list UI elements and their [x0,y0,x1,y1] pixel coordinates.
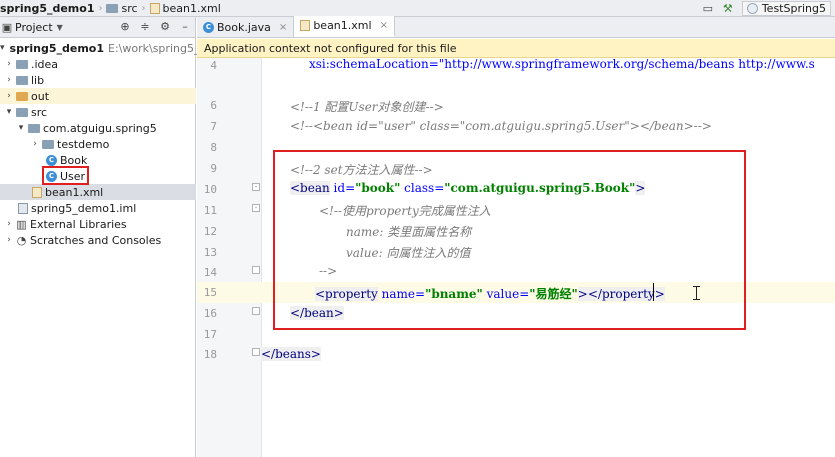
folder-icon [16,75,28,85]
tree-item-user[interactable]: C User [0,168,196,184]
tree-item-external-libraries[interactable]: › ▥ External Libraries [0,216,196,232]
folder-icon [16,107,28,117]
chevron-down-icon[interactable]: ▾ [16,123,26,133]
line-number: 4 [210,59,217,72]
line-number: 8 [210,141,217,154]
line-number: 7 [210,120,217,133]
tree-item-bean1-xml[interactable]: bean1.xml [0,184,196,200]
code-line-4: xsi:schemaLocation="http://www.springfra… [309,57,815,71]
line-number: 11 [203,204,217,217]
package-icon [28,123,40,133]
tree-item-label: src [31,105,48,119]
breadcrumb-file[interactable]: bean1.xml [163,2,221,15]
chevron-down-icon[interactable]: ▾ [4,107,14,117]
folder-icon [16,91,28,101]
fold-marker-icon[interactable] [252,348,260,356]
run-configuration-select[interactable]: TestSpring5 [741,1,831,16]
line-number: 15 [203,286,217,299]
line-number: 17 [203,328,217,341]
line-number: 12 [203,225,217,238]
project-panel: ▣ Project ▼ ⊕ ≑ ⚙ – ▾ spring5_demo1 E:\w… [0,17,238,457]
line-number: 10 [203,183,217,196]
highlight-box [273,150,746,330]
tree-item-label: out [31,89,50,103]
xml-file-icon [32,186,42,198]
tree-item-label: testdemo [57,137,110,151]
fold-marker-icon[interactable] [252,266,260,274]
tree-item-label: Book [60,153,88,167]
code-token: </beans> [261,347,321,361]
navigation-bar: spring5_demo1 › src › bean1.xml ▭ ⚒ Test… [0,0,835,17]
libraries-icon: ▥ [16,217,27,231]
code-line-18: </beans> [261,347,321,361]
fold-marker-icon[interactable]: - [252,183,260,191]
xml-file-icon [149,2,160,14]
tree-item-out[interactable]: › out [0,88,196,104]
chevron-right-icon[interactable]: › [4,75,14,85]
chevron-right-icon[interactable]: › [4,235,14,245]
tree-item-label: .idea [31,57,59,71]
line-number: 13 [203,246,217,259]
tree-item-lib[interactable]: › lib [0,72,196,88]
tree-item-package[interactable]: ▾ com.atguigu.spring5 [0,120,196,136]
chevron-down-icon[interactable]: ▼ [57,23,63,32]
project-panel-header: ▣ Project ▼ ⊕ ≑ ⚙ – [0,17,195,38]
chevron-right-icon: › [141,2,146,14]
warning-banner: Application context not configured for t… [197,39,835,58]
chevron-right-icon[interactable]: › [4,59,14,69]
window-icon[interactable]: ▭ [702,2,714,15]
chevron-down-icon[interactable]: ▾ [0,43,5,53]
chevron-right-icon[interactable]: › [4,219,14,229]
tree-item-label: bean1.xml [45,185,104,199]
line-number: 18 [203,348,217,361]
tree-item-project-root[interactable]: ▾ spring5_demo1 E:\work\spring5_demo1 [0,40,238,56]
hide-icon[interactable]: – [179,20,191,33]
tree-item-iml[interactable]: spring5_demo1.iml [0,200,196,216]
tree-item-src[interactable]: ▾ src [0,104,196,120]
code-text: xsi:schemaLocation="http://www.springfra… [309,57,815,71]
fold-marker-icon[interactable]: - [252,204,260,212]
locate-icon[interactable]: ⊕ [119,20,131,33]
scratches-icon: ◔ [16,233,27,247]
project-panel-title[interactable]: Project [15,21,53,34]
tree-item-testdemo[interactable]: › testdemo [0,136,196,152]
breadcrumb-src[interactable]: src [121,2,137,15]
package-icon [42,139,54,149]
line-number: 9 [210,162,217,175]
breadcrumb: spring5_demo1 › src › bean1.xml [0,2,221,15]
tree-item-label: lib [31,73,45,87]
collapse-icon[interactable]: ≑ [139,20,151,33]
folder-icon [106,3,119,13]
tree-item-scratches[interactable]: › ◔ Scratches and Consoles [0,232,196,248]
module-file-icon [18,202,28,214]
breadcrumb-project[interactable]: spring5_demo1 [0,2,94,15]
run-config-label: TestSpring5 [761,2,826,15]
editor-panel: C Book.java × bean1.xml × Application co… [197,16,835,457]
folder-icon [16,59,28,69]
chevron-right-icon: › [98,2,103,14]
run-config-icon [746,3,758,14]
fold-marker-icon[interactable] [252,307,260,315]
tree-item-label: spring5_demo1.iml [31,201,137,215]
tree-item-idea[interactable]: › .idea [0,56,196,72]
tree-item-label: spring5_demo1 [9,41,105,55]
tree-item-book[interactable]: C Book [0,152,196,168]
code-line-7: <!--<bean id="user" class="com.atguigu.s… [290,119,712,133]
project-icon: ▣ [1,20,13,34]
class-icon: C [46,154,57,166]
highlight-box [42,166,89,185]
code-line-6: <!--1 配置User对象创建--> [290,100,444,114]
hammer-icon[interactable]: ⚒ [722,2,734,15]
tree-item-label: External Libraries [30,217,127,231]
chevron-right-icon[interactable]: › [30,139,40,149]
line-number: 16 [203,307,217,320]
tree-item-label: com.atguigu.spring5 [43,121,157,135]
tree-item-label: Scratches and Consoles [30,233,162,247]
line-number: 14 [203,266,217,279]
gear-icon[interactable]: ⚙ [159,20,171,33]
line-number: 6 [210,99,217,112]
chevron-right-icon[interactable]: › [4,91,14,101]
